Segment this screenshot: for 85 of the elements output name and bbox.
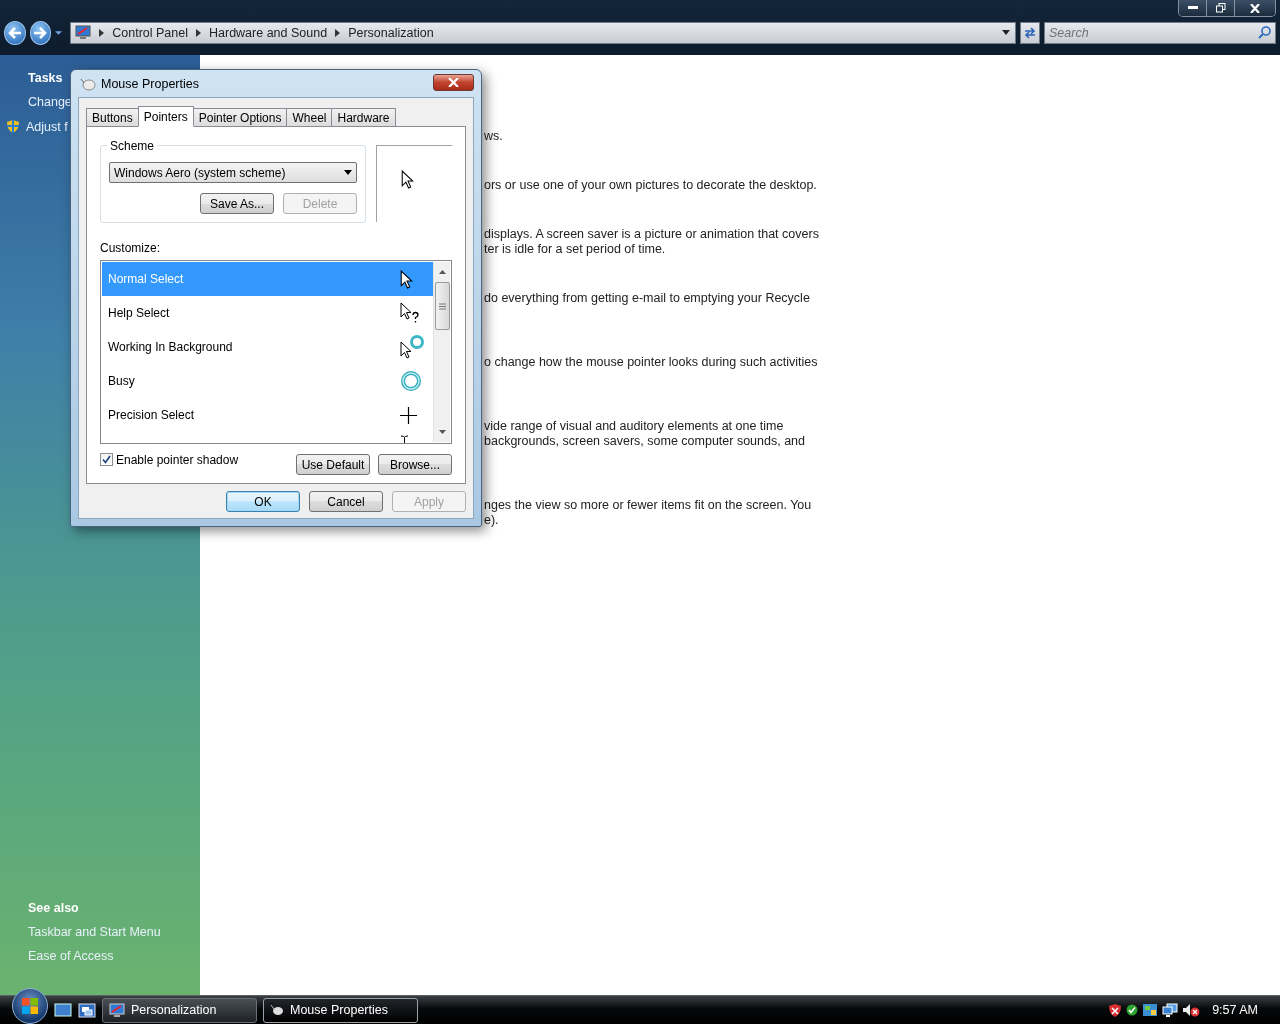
windows-logo: [21, 997, 39, 1015]
show-desktop-icon[interactable]: [54, 1002, 72, 1018]
help-pointer-icon: [400, 302, 422, 324]
pointer-row[interactable]: Help Select: [102, 296, 433, 330]
minimize-button[interactable]: [1179, 0, 1207, 16]
tab[interactable]: Wheel: [286, 108, 333, 126]
breadcrumb-item[interactable]: Personalization: [348, 25, 434, 40]
dialog-button[interactable]: Cancel: [309, 491, 383, 512]
checkbox[interactable]: [100, 453, 113, 466]
back-button[interactable]: [4, 20, 26, 45]
dropdown-caret-icon[interactable]: [1002, 30, 1011, 35]
description-text: do everything from getting e-mail to emptying your Recycle: [484, 291, 811, 306]
tasks-heading: Tasks: [28, 71, 63, 85]
customize-label: Customize:: [100, 241, 162, 255]
checkmark-icon: [102, 455, 111, 464]
scheme-label: Scheme: [107, 139, 158, 153]
refresh-icon: [1023, 26, 1038, 39]
clock[interactable]: 9:57 AM: [1212, 1003, 1258, 1017]
mouse-icon: [270, 1004, 284, 1016]
dialog-title: Mouse Properties: [101, 76, 199, 91]
busy-ring-icon: [400, 370, 422, 392]
tab[interactable]: Pointer Options: [192, 108, 288, 126]
taskbar-button[interactable]: Mouse Properties: [263, 997, 418, 1023]
close-button[interactable]: [1235, 0, 1275, 16]
crosshair-icon: [400, 406, 417, 424]
monitor-icon: [109, 1002, 125, 1018]
address-bar[interactable]: Control Panel Hardware and Sound Personalization: [70, 21, 1017, 44]
working-pointer-icon: [400, 334, 426, 360]
recent-pages-caret-icon[interactable]: [55, 29, 63, 36]
taskbar-button[interactable]: Personalization: [102, 997, 257, 1023]
search-icon: [1258, 25, 1271, 39]
control-panel-icon: [75, 25, 92, 40]
breadcrumb-separator-icon[interactable]: [99, 28, 105, 37]
minimize-icon: [1187, 6, 1198, 10]
description-text: vide range of visual and auditory elements at one time backgrounds, screen savers, some computer sounds, and: [484, 419, 806, 449]
breadcrumb-item[interactable]: Hardware and Sound: [209, 25, 328, 40]
restore-button[interactable]: [1207, 0, 1235, 16]
text-beam-icon: [400, 435, 409, 443]
start-button[interactable]: [12, 988, 48, 1024]
scroll-up-icon[interactable]: [438, 270, 446, 274]
pointer-row[interactable]: Busy: [102, 364, 433, 398]
description-text: ors or use one of your own pictures to decorate the desktop.: [484, 178, 818, 193]
dialog-button[interactable]: OK: [226, 491, 300, 512]
pointer-row[interactable]: Working In Background: [102, 330, 433, 364]
arrow-pointer-icon: [400, 269, 413, 289]
description-text: displays. A screen saver is a picture or animation that covers ter is idle for a set period of time.: [484, 227, 820, 257]
back-arrow-icon: [7, 26, 22, 39]
breadcrumb-item[interactable]: Control Panel: [112, 25, 188, 40]
close-icon: [448, 78, 459, 87]
arrow-pointer-icon: [401, 170, 414, 189]
tab[interactable]: Hardware: [331, 108, 396, 126]
dropdown-caret-icon: [344, 170, 352, 175]
search-field[interactable]: Search: [1044, 21, 1276, 44]
description-text: o change how the mouse pointer looks during such activities: [484, 355, 819, 370]
windows-update-icon[interactable]: [1142, 1003, 1159, 1017]
scroll-thumb[interactable]: [434, 282, 450, 330]
switch-windows-icon[interactable]: [78, 1002, 96, 1018]
tab[interactable]: Pointers: [137, 106, 194, 127]
scheme-dropdown[interactable]: Windows Aero (system scheme): [109, 162, 357, 183]
shield-icon: [6, 119, 20, 134]
speaker-muted-icon[interactable]: [1182, 1003, 1201, 1017]
scheme-button[interactable]: Save As...: [200, 193, 274, 214]
breadcrumb-separator-icon[interactable]: [196, 28, 201, 37]
see-also-heading: See also: [28, 901, 80, 915]
security-alert-icon[interactable]: [1108, 1002, 1123, 1018]
task-link[interactable]: Adjust f: [26, 119, 68, 134]
tab[interactable]: Buttons: [86, 108, 139, 126]
pointer-row[interactable]: Precision Select: [102, 398, 433, 432]
forward-arrow-icon: [33, 26, 48, 39]
mouse-icon: [80, 76, 96, 91]
close-button[interactable]: [433, 74, 474, 91]
close-icon: [1250, 3, 1260, 13]
description-text: ws.: [484, 129, 504, 144]
breadcrumb-separator-icon[interactable]: [335, 28, 341, 37]
refresh-button[interactable]: [1020, 21, 1040, 44]
description-text: nges the view so more or fewer items fit on the screen. You e).: [484, 498, 813, 528]
pointer-button[interactable]: Browse...: [378, 454, 452, 475]
restore-icon: [1215, 3, 1226, 13]
checkbox-label[interactable]: Enable pointer shadow: [116, 452, 239, 467]
check-icon[interactable]: [1126, 1004, 1139, 1016]
forward-button[interactable]: [29, 20, 52, 45]
pointer-button[interactable]: Use Default: [296, 454, 370, 475]
task-link[interactable]: Change: [28, 95, 72, 109]
network-icon[interactable]: [1162, 1003, 1179, 1017]
scroll-down-icon[interactable]: [438, 430, 446, 434]
